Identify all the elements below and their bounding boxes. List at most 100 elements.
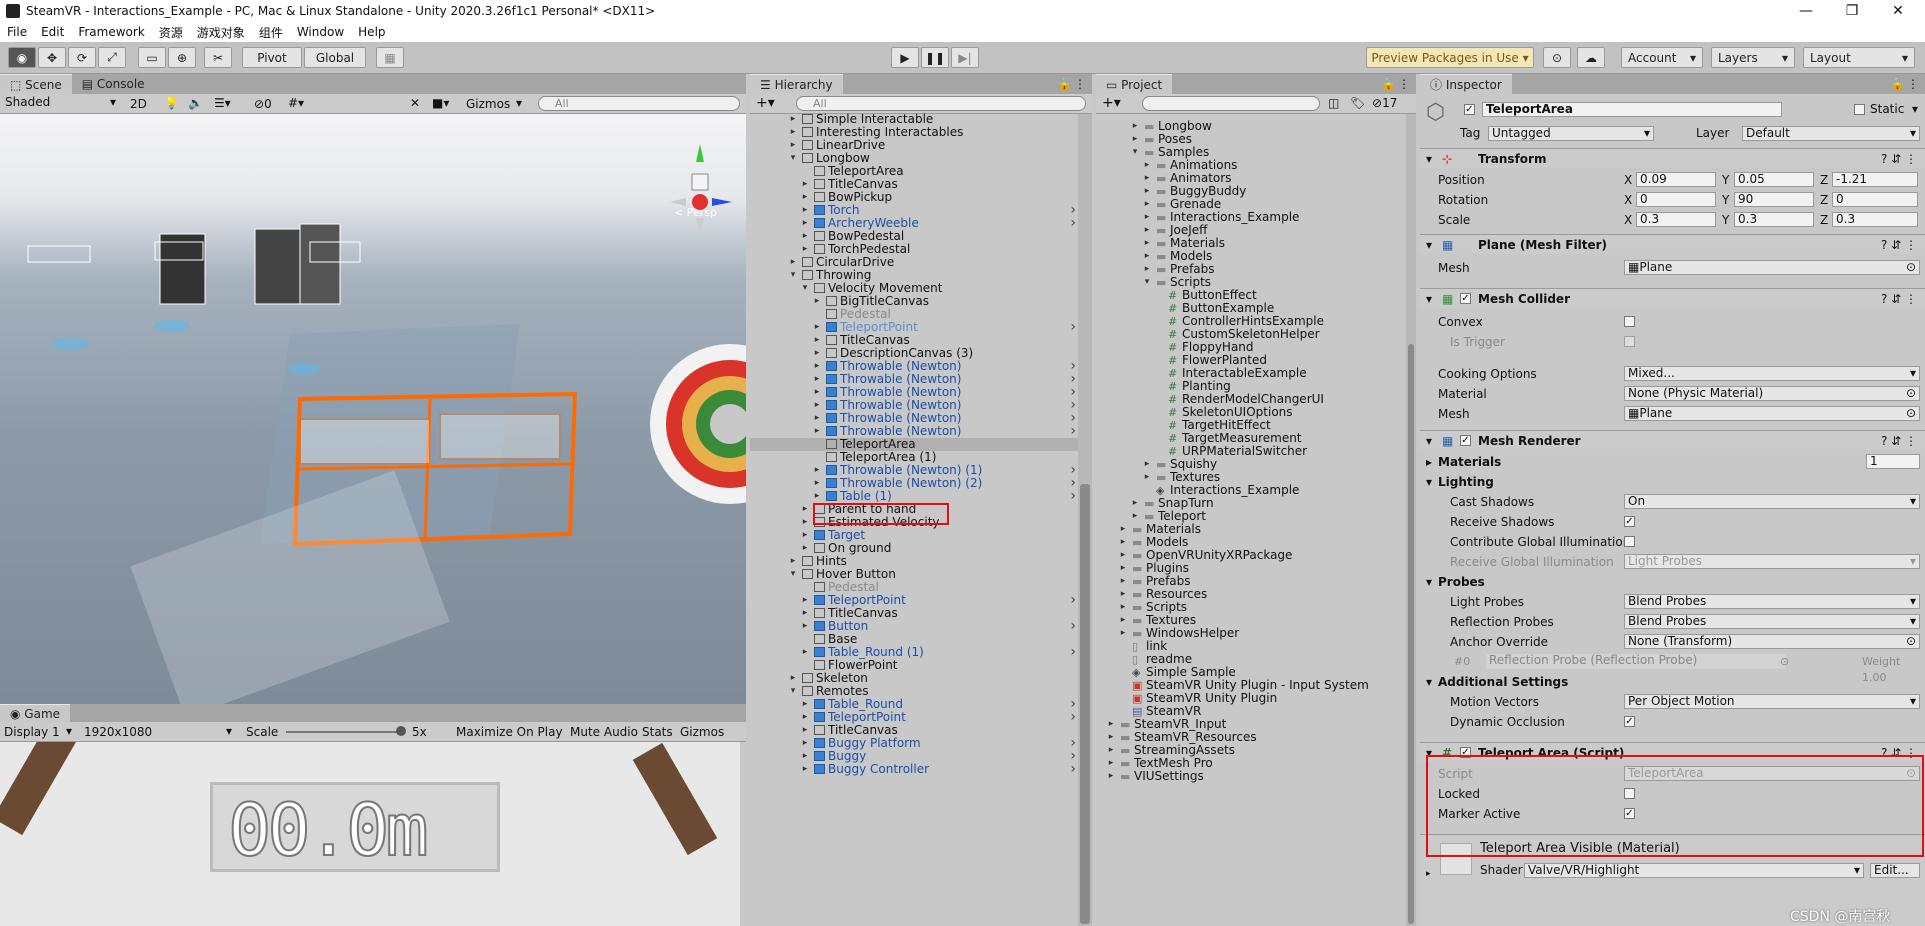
mesh-filter-menu-icon[interactable]: ? ⇵ ⋮ xyxy=(1881,235,1917,255)
grid-snap-icon[interactable]: ▦ xyxy=(376,47,404,68)
expand-arrow-icon[interactable]: ▸ xyxy=(812,399,822,412)
project-item[interactable]: ▸ ▬ Materials xyxy=(1096,237,1402,251)
project-search-input[interactable] xyxy=(1142,96,1320,111)
expand-arrow-icon[interactable]: ▸ xyxy=(812,386,822,399)
expand-arrow-icon[interactable]: ▸ xyxy=(1118,523,1128,536)
gizmos-dropdown[interactable]: Gizmos xyxy=(466,97,510,111)
component-menu-icon[interactable]: ? ⇵ ⋮ xyxy=(1881,149,1917,169)
menu-dots-icon[interactable]: ⋮ xyxy=(1074,77,1086,91)
custom-tool-icon[interactable]: ✂ xyxy=(204,47,232,68)
hierarchy-item[interactable]: ▸ CircularDrive xyxy=(750,256,1078,269)
menu-file[interactable]: File xyxy=(0,25,34,39)
project-item[interactable]: ▣ SteamVR Unity Plugin xyxy=(1096,692,1402,706)
preview-packages-button[interactable]: Preview Packages in Use ▾ xyxy=(1366,47,1534,68)
project-item[interactable]: ▸ ▬ Materials xyxy=(1096,523,1402,537)
expand-arrow-icon[interactable]: ▸ xyxy=(800,542,810,555)
expand-arrow-icon[interactable]: ▸ xyxy=(800,217,810,230)
hierarchy-item[interactable]: ▸ Button › xyxy=(750,619,1078,633)
material-expand-icon[interactable]: ▸ xyxy=(1426,869,1431,879)
expand-arrow-icon[interactable]: ▸ xyxy=(812,490,822,503)
2d-toggle[interactable]: 2D xyxy=(130,97,147,111)
stats-toggle[interactable]: Stats xyxy=(642,725,673,739)
cooking-dropdown[interactable]: Mixed... ▾ xyxy=(1624,366,1920,381)
menu-framework[interactable]: Framework xyxy=(71,25,151,39)
scale-slider[interactable] xyxy=(286,731,404,733)
scale-tool-icon[interactable]: ⤢ xyxy=(98,47,126,68)
expand-arrow-icon[interactable]: ▸ xyxy=(800,243,810,256)
shading-dropdown[interactable]: Shaded ▾ xyxy=(2,96,118,111)
inspector-menu-icon[interactable]: ⋮ xyxy=(1907,77,1919,91)
expand-arrow-icon[interactable]: ▸ xyxy=(1106,718,1116,731)
project-item[interactable]: ▸ ▬ Longbow xyxy=(1096,120,1402,134)
probes-row[interactable]: ▾ Probes xyxy=(1420,574,1925,590)
expand-arrow-icon[interactable]: ▸ xyxy=(1142,458,1152,471)
mute-audio-toggle[interactable]: Mute Audio xyxy=(570,725,638,739)
expand-arrow-icon[interactable]: ▾ xyxy=(800,282,810,295)
motion-vectors-dropdown[interactable]: Per Object Motion ▾ xyxy=(1624,694,1920,709)
scale-x-input[interactable]: 0.3 xyxy=(1636,212,1716,227)
expand-arrow-icon[interactable]: ▾ xyxy=(788,685,798,698)
expand-arrow-icon[interactable]: ▾ xyxy=(1130,146,1140,159)
project-item[interactable]: ▸ ▬ SnapTurn xyxy=(1096,497,1402,511)
expand-arrow-icon[interactable]: ▸ xyxy=(800,646,810,659)
expand-arrow-icon[interactable]: ▸ xyxy=(1106,757,1116,770)
expand-arrow-icon[interactable]: ▸ xyxy=(812,412,822,425)
hierarchy-item[interactable]: ▸ Interesting Interactables xyxy=(750,126,1078,139)
expand-arrow-icon[interactable]: ▸ xyxy=(800,607,810,620)
hierarchy-item[interactable]: ▾ Remotes xyxy=(750,685,1078,698)
menu-help[interactable]: Help xyxy=(351,25,392,39)
hand-tool-icon[interactable]: ◉ xyxy=(8,47,36,68)
scene-viewport[interactable]: < Persp xyxy=(0,114,746,704)
game-viewport[interactable]: 00.0m xyxy=(0,742,740,926)
mesh-collider-header[interactable]: ▾ ▦ ✓ Mesh Collider ? ⇵ ⋮ xyxy=(1420,288,1925,308)
prefab-open-chevron-icon[interactable]: › xyxy=(1070,424,1076,438)
expand-arrow-icon[interactable]: ▸ xyxy=(800,191,810,204)
hierarchy-item[interactable]: ▸ BowPedestal xyxy=(750,230,1078,243)
minimize-button[interactable]: — xyxy=(1783,0,1829,22)
expand-arrow-icon[interactable]: ▸ xyxy=(800,230,810,243)
grid-toggle-icon[interactable]: #▾ xyxy=(288,96,304,110)
project-item[interactable]: ▾ ▬ Samples xyxy=(1096,146,1402,160)
project-item[interactable]: ▸ ▬ Models xyxy=(1096,250,1402,264)
global-button[interactable]: Global xyxy=(304,47,366,68)
expand-arrow-icon[interactable]: ▸ xyxy=(812,425,822,438)
hierarchy-search-input[interactable]: All xyxy=(796,96,1086,111)
rotate-tool-icon[interactable]: ⟳ xyxy=(68,47,96,68)
mesh-renderer-header[interactable]: ▾ ▦ ✓ Mesh Renderer ? ⇵ ⋮ xyxy=(1420,430,1925,450)
expand-arrow-icon[interactable]: ▸ xyxy=(1142,263,1152,276)
expand-arrow-icon[interactable]: ▸ xyxy=(800,750,810,763)
static-checkbox[interactable] xyxy=(1854,104,1865,115)
project-item[interactable]: ▸ ▬ Resources xyxy=(1096,588,1402,602)
expand-arrow-icon[interactable]: ▸ xyxy=(800,594,810,607)
hierarchy-item[interactable]: ▸ LinearDrive xyxy=(750,139,1078,152)
expand-arrow-icon[interactable]: ▸ xyxy=(1118,627,1128,640)
expand-arrow-icon[interactable]: ▸ xyxy=(788,256,798,269)
scene-search-input[interactable]: All xyxy=(538,96,740,111)
object-name-input[interactable]: TeleportArea xyxy=(1482,102,1782,117)
hierarchy-item[interactable]: TeleportArea xyxy=(750,165,1078,178)
hierarchy-item[interactable]: ▸ BigTitleCanvas xyxy=(750,295,1078,308)
convex-checkbox[interactable] xyxy=(1624,316,1635,327)
filter-label-icon[interactable]: 🏷 xyxy=(1350,96,1365,110)
create-button[interactable]: +▾ xyxy=(756,95,775,111)
hierarchy-item[interactable]: ▸ Table_Round › xyxy=(750,697,1078,711)
active-checkbox[interactable]: ✓ xyxy=(1464,104,1475,115)
scale-z-input[interactable]: 0.3 xyxy=(1832,212,1918,227)
expand-arrow-icon[interactable]: ▾ xyxy=(1142,276,1152,289)
tab-game[interactable]: ◉ Game xyxy=(0,704,71,722)
expand-arrow-icon[interactable]: ▸ xyxy=(1142,211,1152,224)
tab-scene[interactable]: ⬚ Scene xyxy=(0,74,72,94)
dynamic-occlusion-checkbox[interactable]: ✓ xyxy=(1624,716,1635,727)
expand-arrow-icon[interactable]: ▸ xyxy=(788,126,798,139)
expand-arrow-icon[interactable]: ▾ xyxy=(788,568,798,581)
project-item[interactable]: ▯ readme xyxy=(1096,653,1402,667)
expand-arrow-icon[interactable]: ▸ xyxy=(788,672,798,685)
project-item[interactable]: ▸ ▬ Interactions_Example xyxy=(1096,211,1402,225)
hierarchy-item[interactable]: ▸ TeleportPoint › xyxy=(750,710,1078,724)
expand-arrow-icon[interactable]: ▸ xyxy=(800,204,810,217)
tab-console[interactable]: ▤ Console xyxy=(72,74,155,94)
menu-component[interactable]: 组件 xyxy=(252,24,290,41)
lock-icon[interactable]: 🔒 xyxy=(1057,77,1072,91)
project-item[interactable]: ◈ Interactions_Example xyxy=(1096,484,1402,498)
expand-arrow-icon[interactable]: ▸ xyxy=(800,503,810,516)
